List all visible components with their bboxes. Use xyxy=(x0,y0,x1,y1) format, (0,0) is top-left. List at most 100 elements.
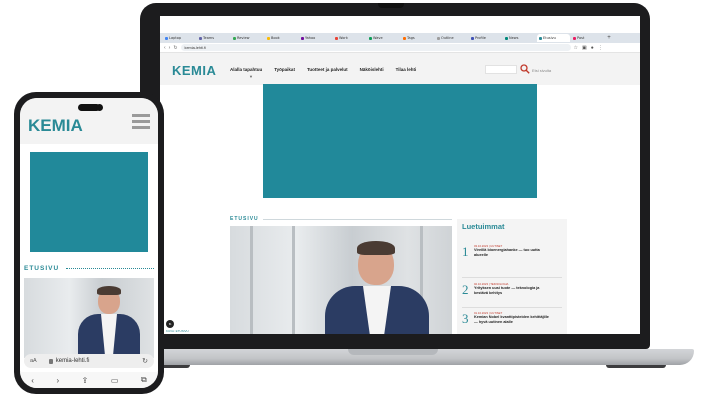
tab-label: Teams xyxy=(203,36,215,40)
share-icon[interactable]: ⇪ xyxy=(82,376,89,385)
tab-favicon-icon xyxy=(233,36,236,40)
search-placeholder: Etsi sivulta xyxy=(532,68,552,73)
section-title: ETUSIVU xyxy=(230,216,263,222)
address-url[interactable]: kemia-lehti.fi xyxy=(56,358,90,364)
tab-favicon-icon xyxy=(505,36,508,40)
nav-item-tilaa[interactable]: Tilaa lehti xyxy=(396,67,417,72)
tab-favicon-icon xyxy=(437,36,440,40)
image-caption: KUVA: ETUSIVU xyxy=(166,329,189,333)
hero-image[interactable] xyxy=(24,278,154,358)
browser-tab[interactable]: Etusivu xyxy=(537,34,570,42)
tab-favicon-icon xyxy=(573,36,576,40)
section-title: ETUSIVU xyxy=(24,265,60,272)
browser-tab[interactable]: News xyxy=(503,34,536,42)
phone-browser-toolbar: ‹ › ⇪ ▭ ⧉ xyxy=(20,372,158,388)
browser-tools: ☆ ▣ ● ⋮ xyxy=(574,45,603,51)
extensions-icon[interactable]: ▣ xyxy=(582,45,587,51)
tab-label: News xyxy=(509,36,519,40)
tab-label: Work xyxy=(339,36,348,40)
new-tab-button[interactable]: + xyxy=(605,35,613,41)
forward-icon[interactable]: › xyxy=(56,376,59,385)
forward-icon[interactable]: › xyxy=(169,45,171,51)
phone-address-bar[interactable]: aA kemia-lehti.fi ↻ xyxy=(24,354,154,368)
browser-tab[interactable]: Teams xyxy=(197,34,230,42)
tab-label: Tags xyxy=(407,36,415,40)
sidebar-title: Luetuimmat xyxy=(462,222,505,231)
section-divider xyxy=(230,219,452,220)
popular-title[interactable]: Kemian Nobel kvanttipisteiden kehittäjil… xyxy=(474,315,552,324)
search-icon[interactable] xyxy=(520,64,530,74)
tab-favicon-icon xyxy=(471,36,474,40)
browser-tab[interactable]: Outline xyxy=(435,34,468,42)
tab-favicon-icon xyxy=(369,36,372,40)
reader-settings-button[interactable]: aA xyxy=(30,358,37,364)
browser-tab[interactable]: Wave xyxy=(367,34,400,42)
popular-title[interactable]: Vireillä bioenergiahanke — tuo uutta alu… xyxy=(474,248,552,257)
browser-tab[interactable]: Book xyxy=(265,34,298,42)
search-input[interactable] xyxy=(485,65,517,74)
popular-rank: 2 xyxy=(462,282,469,297)
browser-url-bar: ‹ › ↻ kemia-lehti.fi ☆ ▣ ● ⋮ xyxy=(160,43,640,53)
advertisement-banner[interactable] xyxy=(30,152,148,252)
laptop-camera-notch xyxy=(378,3,404,8)
nav-item-tuotteet[interactable]: Tuotteet ja palvelut xyxy=(307,67,348,72)
back-icon[interactable]: ‹ xyxy=(164,45,166,51)
tab-favicon-icon xyxy=(199,36,202,40)
tab-label: Etusivu xyxy=(543,36,556,40)
site-logo[interactable]: KEMIA xyxy=(28,116,83,136)
tab-favicon-icon xyxy=(301,36,304,40)
tab-favicon-icon xyxy=(165,36,168,40)
address-input[interactable]: kemia-lehti.fi xyxy=(180,44,571,51)
browser-tab[interactable]: Review xyxy=(231,34,264,42)
nav-item-tyopaikat[interactable]: Työpaikat xyxy=(274,67,295,72)
person-hair xyxy=(97,286,121,295)
tab-label: Review xyxy=(237,36,250,40)
laptop-foot xyxy=(606,365,666,368)
tab-label: Post xyxy=(577,36,585,40)
divider xyxy=(462,277,562,278)
reload-icon[interactable]: ↻ xyxy=(142,357,148,365)
popular-rank: 3 xyxy=(462,311,469,326)
laptop-opening-groove xyxy=(348,349,438,355)
tab-label: Outline xyxy=(441,36,454,40)
phone-screen: KEMIA ETUSIVU aA kemia-lehti.fi ↻ ‹ › ⇪ … xyxy=(20,98,158,388)
browser-tab[interactable]: Yahoo xyxy=(299,34,332,42)
tab-favicon-icon xyxy=(335,36,338,40)
menu-icon[interactable]: ⋮ xyxy=(598,45,603,51)
browser-tab[interactable]: Work xyxy=(333,34,366,42)
tabs-icon[interactable]: ⧉ xyxy=(141,375,147,385)
chevron-down-icon: ▼ xyxy=(249,74,253,79)
tab-label: Yahoo xyxy=(305,36,316,40)
tab-label: Laptop xyxy=(169,36,182,40)
popular-rank: 1 xyxy=(462,244,469,259)
most-read-sidebar: Luetuimmat 1 03.10.2023 | UUTISET Vireil… xyxy=(457,219,567,334)
hero-image[interactable] xyxy=(230,226,452,334)
tab-favicon-icon xyxy=(403,36,406,40)
tab-label: Book xyxy=(271,36,280,40)
lock-icon xyxy=(48,358,53,364)
nav-item-alalla[interactable]: Alalla tapahtuu xyxy=(230,67,262,72)
popular-title[interactable]: Yrityksen uusi tuote — teknologia ja kes… xyxy=(474,286,552,295)
person-hair xyxy=(357,241,395,255)
nav-item-nakoislehti[interactable]: Näköislehti xyxy=(360,67,384,72)
star-icon[interactable]: ☆ xyxy=(574,45,578,51)
reload-icon[interactable]: ↻ xyxy=(173,45,177,51)
main-nav: Alalla tapahtuu Työpaikat Tuotteet ja pa… xyxy=(230,67,416,72)
site-logo[interactable]: KEMIA xyxy=(172,63,216,78)
browser-tab[interactable]: Post xyxy=(571,34,604,42)
browser-tab[interactable]: Profile xyxy=(469,34,502,42)
site-header: KEMIA Alalla tapahtuu Työpaikat Tuotteet… xyxy=(160,53,640,85)
browser-tab[interactable]: Laptop xyxy=(163,34,196,42)
back-icon[interactable]: ‹ xyxy=(31,376,34,385)
tab-label: Profile xyxy=(475,36,486,40)
background-stripe xyxy=(250,226,253,334)
tab-favicon-icon xyxy=(267,36,270,40)
advertisement-banner[interactable] xyxy=(263,84,537,198)
background-stripe xyxy=(292,226,295,334)
facebook-icon[interactable]: fb xyxy=(166,320,174,328)
profile-icon[interactable]: ● xyxy=(591,45,594,51)
divider xyxy=(462,307,562,308)
hamburger-menu-icon[interactable] xyxy=(132,114,150,132)
browser-tab[interactable]: Tags xyxy=(401,34,434,42)
bookmarks-icon[interactable]: ▭ xyxy=(111,376,119,385)
